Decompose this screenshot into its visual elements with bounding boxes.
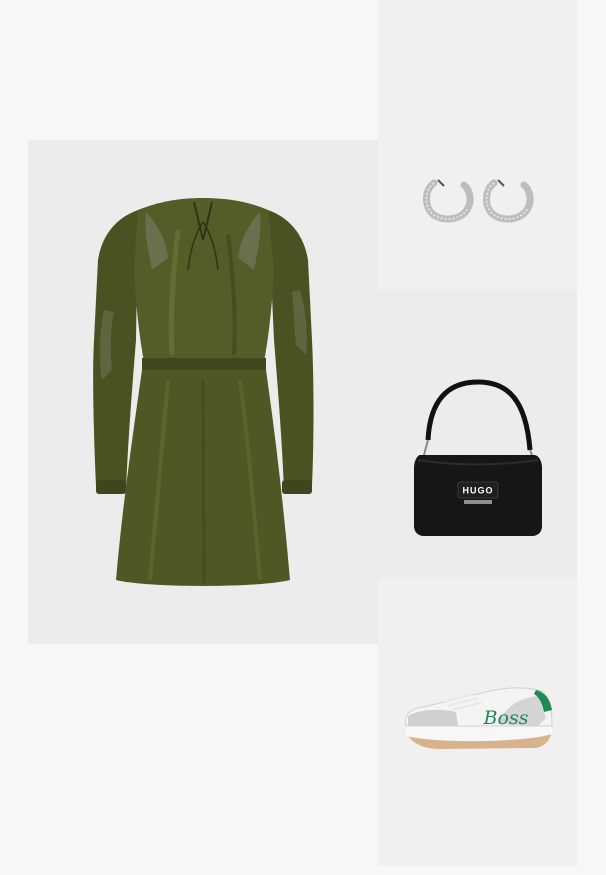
product-tile-sneaker[interactable]: Boss bbox=[378, 578, 577, 866]
product-tile-earrings[interactable] bbox=[378, 0, 577, 290]
sneaker-image: Boss bbox=[404, 687, 553, 749]
dress-image bbox=[93, 198, 314, 586]
earrings-image bbox=[423, 179, 534, 223]
outfit-collage: { "products": [ {"name": "dress", "color… bbox=[0, 0, 606, 875]
sneaker-script-logo: Boss bbox=[483, 707, 529, 729]
shoulder-bag-image: HUGO bbox=[414, 379, 542, 536]
bag-logo-text: HUGO bbox=[463, 486, 494, 496]
product-tile-dress[interactable] bbox=[28, 140, 378, 644]
product-tile-shoulder-bag[interactable]: HUGO bbox=[378, 290, 577, 578]
